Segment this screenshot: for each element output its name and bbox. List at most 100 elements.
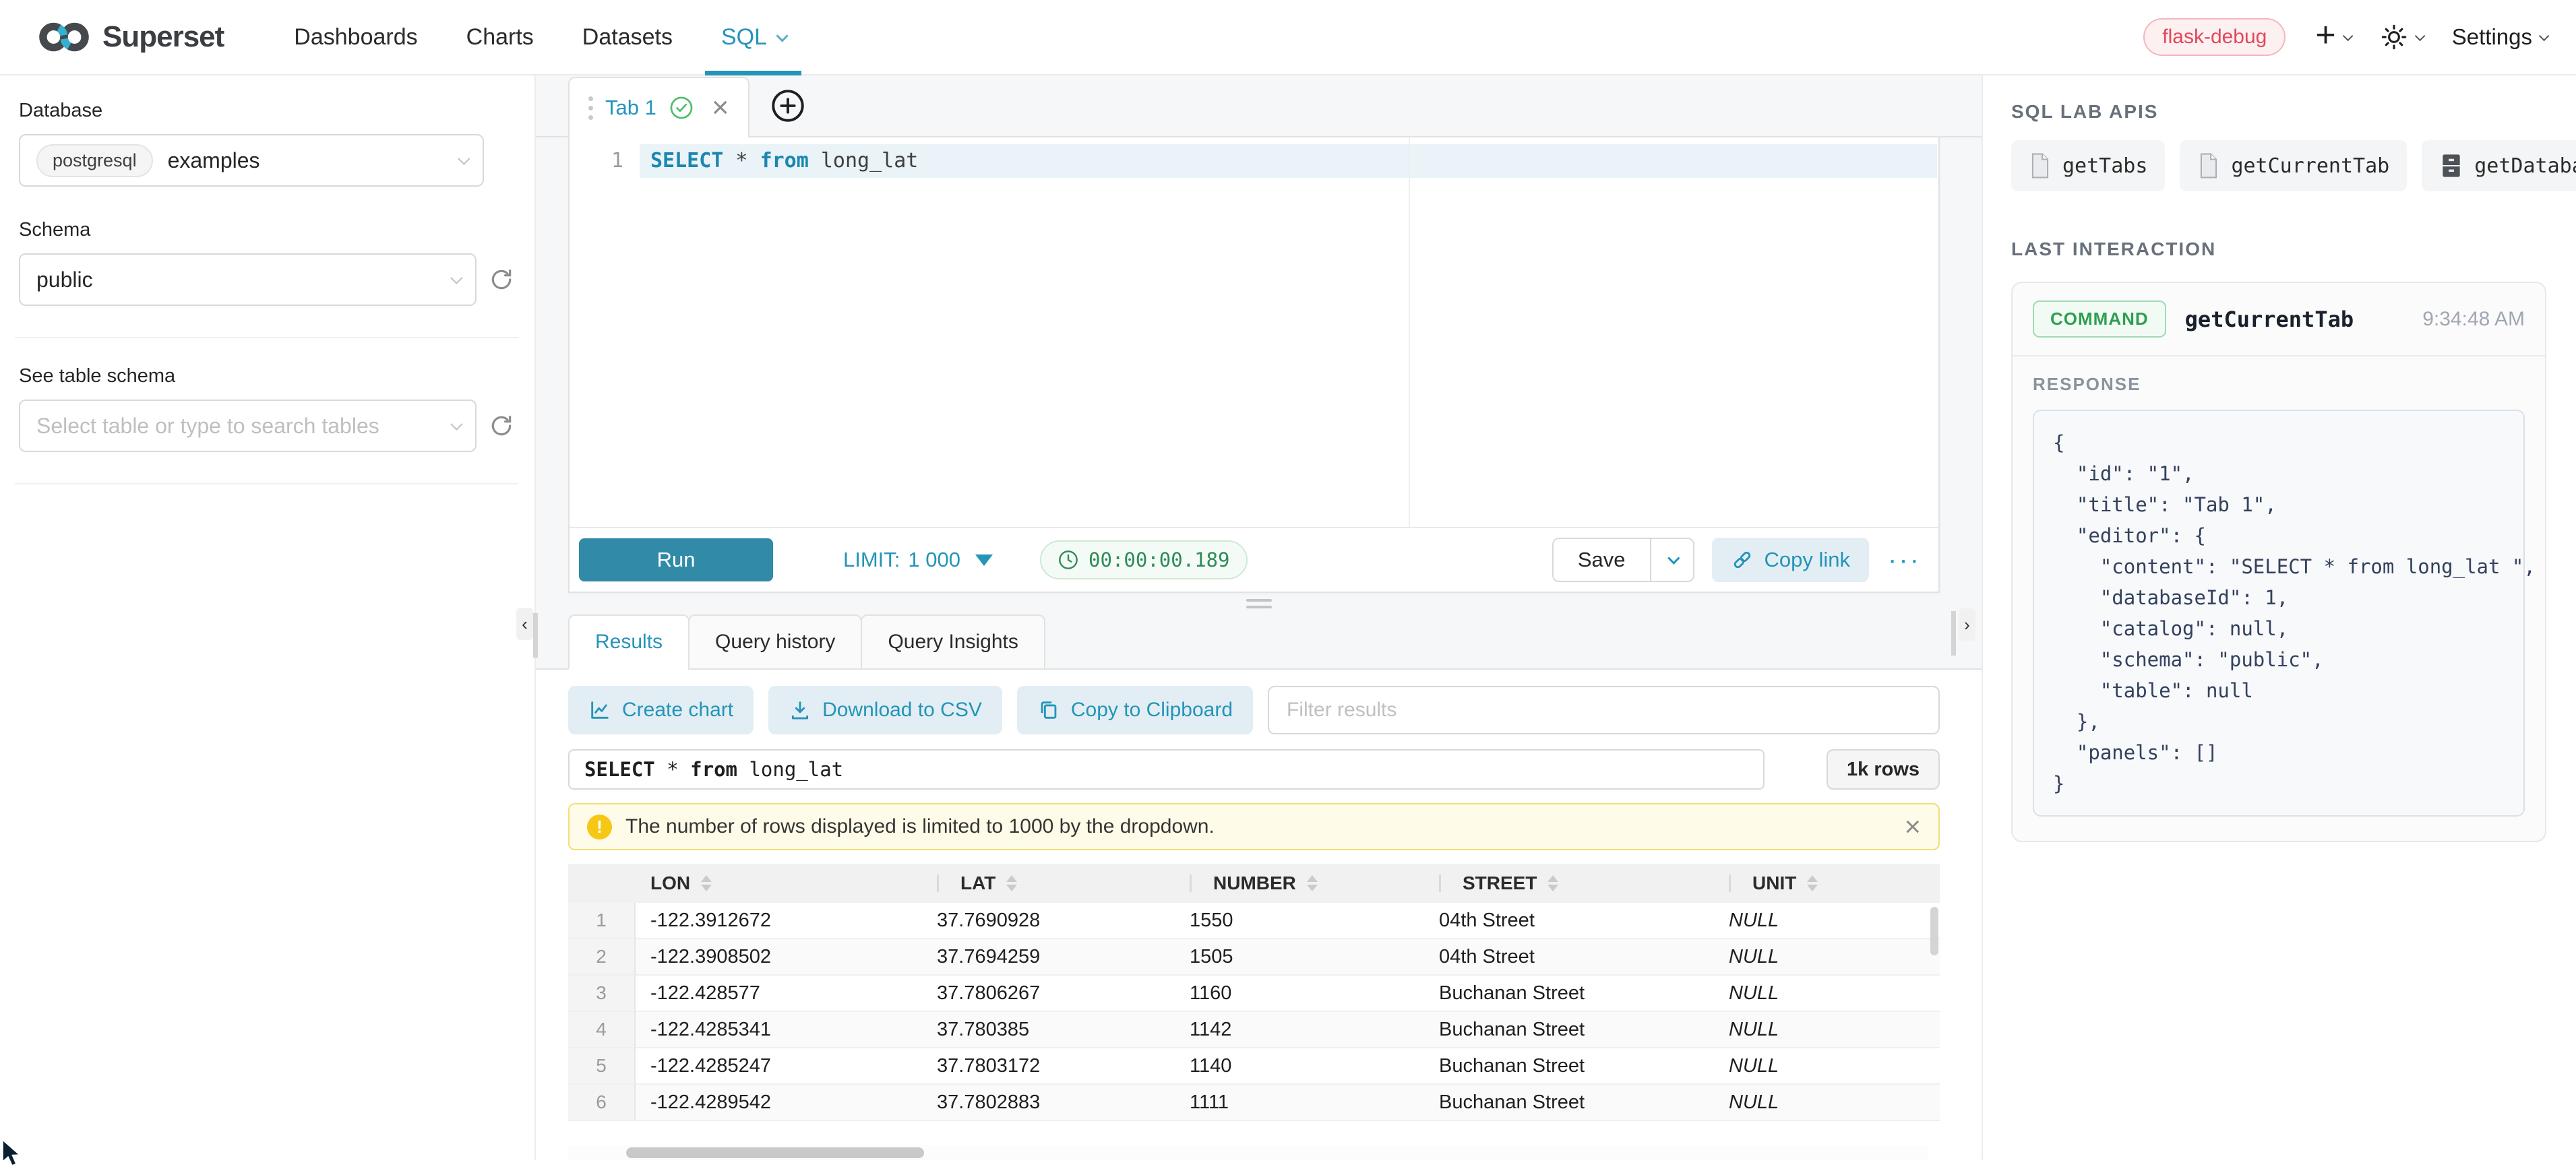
file-icon bbox=[2197, 153, 2220, 179]
table-row[interactable]: 4 -122.4285341 37.780385 1142 Buchanan S… bbox=[568, 1012, 1940, 1048]
nav-charts[interactable]: Charts bbox=[442, 0, 558, 74]
response-label: RESPONSE bbox=[2033, 374, 2525, 395]
clock-icon bbox=[1057, 549, 1079, 571]
copy-clipboard-button[interactable]: Copy to Clipboard bbox=[1017, 686, 1253, 734]
row-count-badge: 1k rows bbox=[1827, 749, 1940, 790]
sort-icon[interactable] bbox=[701, 875, 712, 891]
run-query-button[interactable]: Run bbox=[579, 538, 773, 581]
filter-results-input[interactable] bbox=[1268, 686, 1940, 734]
row-index: 4 bbox=[568, 1012, 636, 1048]
nav-datasets[interactable]: Datasets bbox=[558, 0, 697, 74]
table-row[interactable]: 2 -122.3908502 37.7694259 1505 04th Stre… bbox=[568, 939, 1940, 976]
row-index: 5 bbox=[568, 1048, 636, 1085]
superset-brand[interactable]: Superset bbox=[35, 18, 224, 56]
column-header-lat[interactable]: LAT bbox=[922, 864, 1175, 903]
sort-icon[interactable] bbox=[1547, 875, 1558, 891]
column-header-street[interactable]: STREET bbox=[1424, 864, 1714, 903]
new-menu-trigger[interactable]: + bbox=[2315, 22, 2350, 53]
left-divider-thumb[interactable] bbox=[533, 613, 538, 658]
close-warning-icon[interactable]: × bbox=[1904, 811, 1921, 843]
command-name: getCurrentTab bbox=[2185, 307, 2354, 332]
collapse-left-panel-button[interactable]: ‹ bbox=[516, 608, 533, 640]
chevron-down-icon bbox=[458, 152, 470, 164]
save-split-button: Save bbox=[1552, 538, 1694, 582]
cell-number: 1160 bbox=[1175, 976, 1424, 1012]
tab-query-insights[interactable]: Query Insights bbox=[861, 614, 1045, 670]
chevron-down-icon bbox=[776, 30, 788, 42]
schema-select[interactable]: public bbox=[19, 253, 477, 306]
editor-print-margin bbox=[1409, 137, 1410, 527]
settings-menu-trigger[interactable]: Settings bbox=[2452, 24, 2546, 50]
cell-lon: -122.3908502 bbox=[636, 939, 922, 976]
add-tab-button[interactable] bbox=[768, 86, 807, 125]
editor-tab-title: Tab 1 bbox=[605, 96, 656, 120]
results-tabbar: Results Query history Query Insights bbox=[536, 614, 1982, 670]
column-header-unit[interactable]: UNIT bbox=[1714, 864, 1940, 903]
database-select[interactable]: postgresql examples bbox=[19, 134, 484, 187]
limit-label: LIMIT: bbox=[843, 548, 900, 572]
sql-code-editor[interactable]: 1 SELECT * from long_lat bbox=[570, 137, 1938, 527]
chevron-down-icon bbox=[450, 272, 462, 284]
file-icon bbox=[2029, 153, 2052, 179]
theme-menu-trigger[interactable] bbox=[2380, 23, 2422, 51]
nav-dashboards[interactable]: Dashboards bbox=[270, 0, 441, 74]
superset-logo-icon bbox=[35, 18, 93, 56]
more-actions-button[interactable]: ··· bbox=[1888, 545, 1921, 575]
collapse-right-panel-button[interactable]: › bbox=[1959, 608, 1975, 641]
tab-results[interactable]: Results bbox=[568, 614, 689, 670]
chart-icon bbox=[588, 699, 611, 722]
get-tabs-button[interactable]: getTabs bbox=[2011, 140, 2165, 191]
warning-text: The number of rows displayed is limited … bbox=[625, 815, 1215, 838]
sort-icon[interactable] bbox=[1006, 875, 1017, 891]
cell-number: 1142 bbox=[1175, 1012, 1424, 1048]
refresh-tables-icon[interactable] bbox=[489, 413, 514, 439]
app-body: Database postgresql examples Schema publ… bbox=[0, 75, 2576, 1160]
sort-icon[interactable] bbox=[1807, 875, 1818, 891]
right-divider-thumb[interactable] bbox=[1951, 611, 1956, 656]
table-select[interactable]: Select table or type to search tables bbox=[19, 400, 477, 452]
column-header-lon[interactable]: LON bbox=[636, 864, 922, 903]
table-row[interactable]: 3 -122.428577 37.7806267 1160 Buchanan S… bbox=[568, 976, 1940, 1012]
download-icon bbox=[789, 699, 811, 722]
response-code-box: { "id": "1", "title": "Tab 1", "editor":… bbox=[2033, 410, 2525, 817]
table-horizontal-scrollbar[interactable] bbox=[568, 1145, 1928, 1160]
table-schema-label: See table schema bbox=[19, 365, 514, 387]
sort-icon[interactable] bbox=[1307, 875, 1318, 891]
save-button[interactable]: Save bbox=[1554, 539, 1651, 581]
drag-handle-icon[interactable] bbox=[588, 96, 593, 120]
cell-street: Buchanan Street bbox=[1424, 1085, 1714, 1121]
table-select-placeholder: Select table or type to search tables bbox=[36, 414, 379, 439]
column-header-number[interactable]: NUMBER bbox=[1175, 864, 1424, 903]
query-elapsed-timer: 00:00:00.189 bbox=[1040, 540, 1248, 579]
cell-lat: 37.7694259 bbox=[922, 939, 1175, 976]
row-limit-warning: ! The number of rows displayed is limite… bbox=[568, 803, 1940, 850]
table-row[interactable]: 1 -122.3912672 37.7690928 1550 04th Stre… bbox=[568, 903, 1940, 939]
cell-unit: NULL bbox=[1714, 1048, 1940, 1085]
chevron-down-icon bbox=[2539, 30, 2550, 41]
create-chart-button[interactable]: Create chart bbox=[568, 686, 754, 734]
cell-unit: NULL bbox=[1714, 939, 1940, 976]
nav-sql[interactable]: SQL bbox=[697, 0, 809, 74]
cell-unit: NULL bbox=[1714, 976, 1940, 1012]
download-csv-button[interactable]: Download to CSV bbox=[768, 686, 1002, 734]
save-options-button[interactable] bbox=[1651, 539, 1693, 581]
cell-unit: NULL bbox=[1714, 1085, 1940, 1121]
close-tab-icon[interactable]: × bbox=[712, 93, 729, 123]
tab-query-history[interactable]: Query history bbox=[688, 614, 862, 670]
table-row[interactable]: 6 -122.4289542 37.7802883 1111 Buchanan … bbox=[568, 1085, 1940, 1121]
get-current-tab-button[interactable]: getCurrentTab bbox=[2180, 140, 2407, 191]
cell-lon: -122.4289542 bbox=[636, 1085, 922, 1121]
sql-editor-card: 1 SELECT * from long_lat Run LIMIT: 1 00… bbox=[568, 137, 1940, 593]
cell-street: Buchanan Street bbox=[1424, 976, 1714, 1012]
table-header-row: LON LAT NUMBER STREET bbox=[568, 864, 1940, 903]
copy-link-button[interactable]: Copy link bbox=[1712, 538, 1870, 582]
table-row[interactable]: 5 -122.4285247 37.7803172 1140 Buchanan … bbox=[568, 1048, 1940, 1085]
panel-resize-handle[interactable] bbox=[536, 593, 1982, 614]
get-databases-button[interactable]: getDatabases bbox=[2422, 140, 2576, 191]
limit-dropdown[interactable]: LIMIT: 1 000 bbox=[843, 548, 993, 572]
run-toolbar: Run LIMIT: 1 000 00:00:00.189 Sa bbox=[570, 527, 1938, 592]
cell-number: 1140 bbox=[1175, 1048, 1424, 1085]
refresh-schemas-icon[interactable] bbox=[489, 267, 514, 292]
editor-tab-1[interactable]: Tab 1 × bbox=[568, 77, 749, 137]
table-vertical-scrollbar[interactable] bbox=[1929, 903, 1940, 1144]
